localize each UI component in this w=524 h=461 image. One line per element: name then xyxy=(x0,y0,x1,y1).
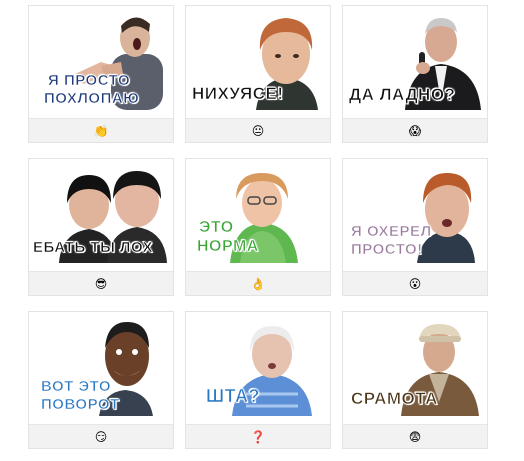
sticker-emoji-bar: 👏 xyxy=(29,118,173,142)
sticker-image: Я ПРОСТО ПОХЛОПАЮ xyxy=(29,6,173,120)
sunglasses-face-icon: 😎 xyxy=(94,276,108,291)
sticker-caption-line: НОРМА xyxy=(197,238,259,256)
sticker-card[interactable]: СРАМОТА 😨 xyxy=(342,311,488,449)
sticker-caption-line: ДА ЛАДНО? xyxy=(349,85,456,105)
sticker-card[interactable]: ДА ЛАДНО? 😱 xyxy=(342,5,488,143)
neutral-face-icon: 😐 xyxy=(251,123,265,138)
ok-hand-icon: 👌 xyxy=(250,276,266,291)
sticker-caption-line: Я ОХЕРЕЛ xyxy=(351,223,432,241)
sticker-card[interactable]: НИХУЯСЕ! 😐 xyxy=(185,5,331,143)
question-mark-icon: ❓ xyxy=(250,429,266,444)
smirking-face-icon: 😏 xyxy=(94,429,108,444)
sticker-image: СРАМОТА xyxy=(343,312,487,426)
sticker-image: ЕБАТЬ ТЫ ЛОХ xyxy=(29,159,173,273)
sticker-caption-line: СРАМОТА xyxy=(351,389,438,409)
sticker-caption-line: ПОХЛОПАЮ xyxy=(44,90,140,108)
surprised-face-icon: 😮 xyxy=(408,276,422,291)
sticker-caption-line: Я ПРОСТО xyxy=(48,72,131,90)
sticker-card[interactable]: ЕБАТЬ ТЫ ЛОХ 😎 xyxy=(28,158,174,296)
sticker-emoji-bar: 😱 xyxy=(343,118,487,142)
sticker-card[interactable]: Я ОХЕРЕЛ ПРОСТО! 😮 xyxy=(342,158,488,296)
sticker-card[interactable]: ШТА? ❓ xyxy=(185,311,331,449)
sticker-caption-line: ПРОСТО! xyxy=(351,241,423,259)
fearful-face-icon: 😨 xyxy=(408,429,422,444)
sticker-image: ДА ЛАДНО? xyxy=(343,6,487,120)
sticker-caption-line: ЭТО xyxy=(199,219,234,237)
sticker-emoji-bar: 😐 xyxy=(186,118,330,142)
clapping-hands-icon: 👏 xyxy=(93,123,109,138)
sticker-image: ВОТ ЭТО ПОВОРОТ xyxy=(29,312,173,426)
sticker-image: ШТА? xyxy=(186,312,330,426)
sticker-card[interactable]: Я ПРОСТО ПОХЛОПАЮ 👏 xyxy=(28,5,174,143)
sticker-emoji-bar: ❓ xyxy=(186,424,330,448)
sticker-card[interactable]: ЭТО НОРМА 👌 xyxy=(185,158,331,296)
sticker-caption-line: НИХУЯСЕ! xyxy=(192,84,284,104)
sticker-emoji-bar: 👌 xyxy=(186,271,330,295)
sticker-image: НИХУЯСЕ! xyxy=(186,6,330,120)
sticker-pack-grid: Я ПРОСТО ПОХЛОПАЮ 👏 НИХУЯСЕ! 😐 ДА ЛАДНО?… xyxy=(0,0,524,461)
sticker-emoji-bar: 😮 xyxy=(343,271,487,295)
sticker-caption-line: ПОВОРОТ xyxy=(41,396,120,414)
sticker-emoji-bar: 😎 xyxy=(29,271,173,295)
sticker-image: Я ОХЕРЕЛ ПРОСТО! xyxy=(343,159,487,273)
sticker-caption-line: ВОТ ЭТО xyxy=(41,378,112,396)
screaming-face-icon: 😱 xyxy=(408,123,422,138)
sticker-caption-line: ШТА? xyxy=(206,386,260,407)
sticker-caption-line: ЕБАТЬ ТЫ ЛОХ xyxy=(33,239,154,257)
sticker-emoji-bar: 😨 xyxy=(343,424,487,448)
sticker-emoji-bar: 😏 xyxy=(29,424,173,448)
sticker-image: ЭТО НОРМА xyxy=(186,159,330,273)
sticker-card[interactable]: ВОТ ЭТО ПОВОРОТ 😏 xyxy=(28,311,174,449)
